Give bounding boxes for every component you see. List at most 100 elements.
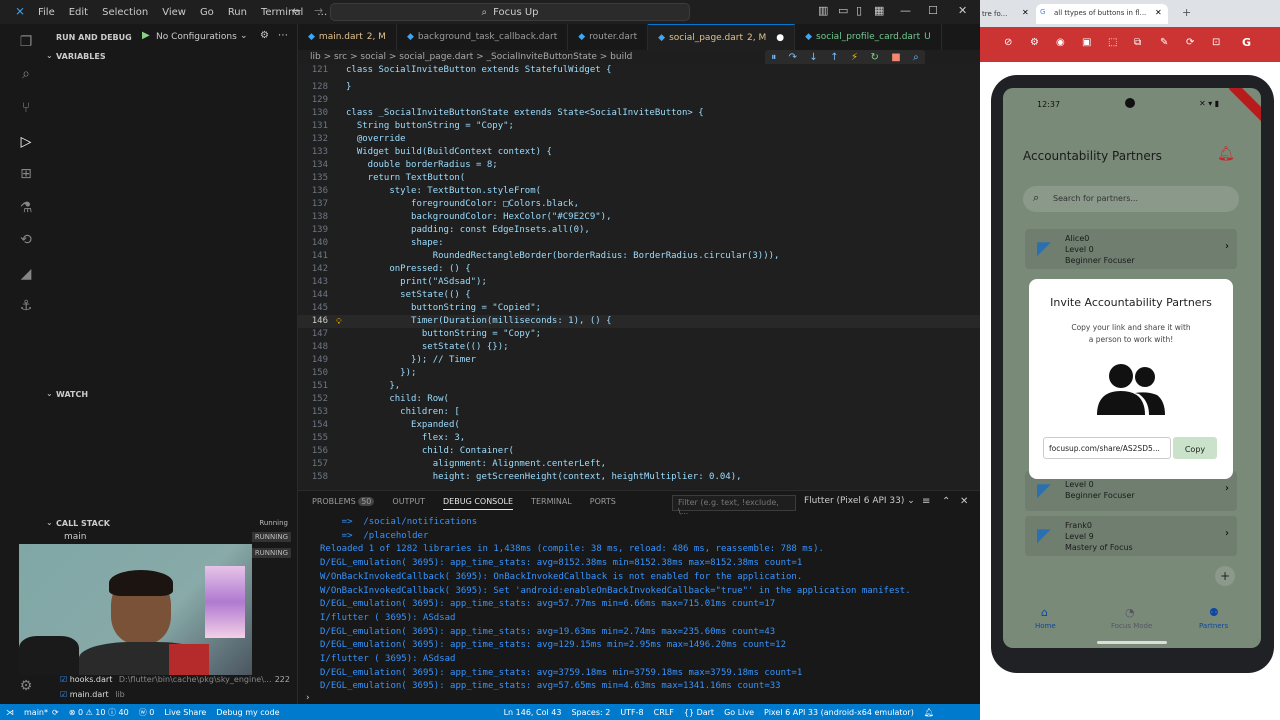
pause-icon[interactable]: ⏸ [771, 52, 776, 63]
breakpoint-row[interactable]: ☑ hooks.dart D:\flutter\bin\cache\pkg\sk… [60, 675, 296, 684]
code-line[interactable]: 130 class _SocialInviteButtonState extend… [298, 107, 980, 120]
tab-output[interactable]: OUTPUT [392, 497, 425, 510]
menu-run[interactable]: Run [228, 7, 247, 18]
notification-bell-icon[interactable]: 🔔︎ [1217, 146, 1235, 162]
language-status[interactable]: {} Dart [684, 708, 714, 717]
close-window-icon[interactable]: ✕ [958, 4, 967, 17]
code-line[interactable]: 121 class SocialInviteButton extends Stat… [298, 64, 980, 77]
code-line[interactable]: 151 }, [298, 380, 980, 393]
step-into-icon[interactable]: ↓ [809, 52, 817, 63]
extension-icon[interactable]: ⚙ [1030, 37, 1039, 48]
code-line[interactable]: 136 style: TextButton.styleFrom( [298, 185, 980, 198]
line-number[interactable]: 139 [298, 224, 328, 237]
tab-debug-console[interactable]: DEBUG CONSOLE [443, 497, 514, 510]
menu-edit[interactable]: Edit [69, 7, 88, 18]
line-number[interactable]: 151 [298, 380, 328, 393]
maximize-icon[interactable]: ☐ [928, 4, 938, 17]
checkbox-icon[interactable]: ☑ [60, 675, 67, 684]
watch-header[interactable]: WATCH [56, 390, 88, 399]
code-line[interactable]: 143 print("ASdsad"); [298, 276, 980, 289]
share-link-field[interactable]: focusup.com/share/AS2SD5... [1043, 437, 1171, 459]
menu-go[interactable]: Go [200, 7, 214, 18]
code-line[interactable]: 134 double borderRadius = 8; [298, 159, 980, 172]
forward-arrow-icon[interactable]: → [314, 4, 323, 17]
code-line[interactable]: 133 Widget build(BuildContext context) { [298, 146, 980, 159]
variables-chevron-icon[interactable]: ⌄ [46, 51, 53, 60]
code-line[interactable]: 152 child: Row( [298, 393, 980, 406]
notifications-icon[interactable]: 🔔︎ [924, 708, 934, 717]
extension-icon[interactable]: ⬚ [1108, 37, 1117, 48]
code-line[interactable]: 148 setState(() {}); [298, 341, 980, 354]
extension-icon[interactable]: ◉ [1056, 37, 1065, 48]
line-number[interactable]: 148 [298, 341, 328, 354]
debug-status[interactable]: Debug my code [216, 708, 279, 717]
search-view-icon[interactable]: ⌕ [18, 66, 34, 82]
nav-focus-mode[interactable]: Focus Mode [1111, 622, 1152, 630]
tab-terminal[interactable]: TERMINAL [531, 497, 572, 510]
maximize-panel-icon[interactable]: ⌃ [942, 496, 950, 507]
line-number[interactable]: 157 [298, 458, 328, 471]
line-number[interactable]: 144 [298, 289, 328, 302]
new-tab-icon[interactable]: + [1182, 6, 1191, 19]
code-line[interactable]: 155 flex: 3, [298, 432, 980, 445]
chevron-down-icon[interactable]: ⌄ [240, 31, 248, 41]
run-debug-icon[interactable]: ▷ [18, 134, 34, 150]
line-number[interactable]: 136 [298, 185, 328, 198]
extension-icon[interactable]: ⊡ [1212, 37, 1220, 48]
tab-social-page[interactable]: ◆ social_page.dart 2, M ● [648, 24, 796, 50]
tab-problems[interactable]: PROBLEMS 50 [312, 497, 375, 510]
nav-home[interactable]: Home [1035, 622, 1056, 630]
menu-selection[interactable]: Selection [102, 7, 148, 18]
line-number[interactable]: 158 [298, 471, 328, 484]
partners-nav-icon[interactable]: ⚉ [1209, 606, 1219, 619]
start-debug-icon[interactable]: ▶ [142, 30, 150, 41]
browser-tab-1[interactable]: tre fo... [980, 6, 1028, 24]
line-number[interactable]: 154 [298, 419, 328, 432]
unsaved-dot-icon[interactable]: ● [776, 33, 784, 43]
line-number[interactable]: 140 [298, 237, 328, 250]
code-line[interactable]: 142 onPressed: () { [298, 263, 980, 276]
extension-icon[interactable]: ⧉ [1134, 37, 1141, 48]
anchor-icon[interactable]: ⚓ [18, 298, 34, 314]
code-line[interactable]: 145 buttonString = "Copied"; [298, 302, 980, 315]
code-line[interactable]: 144 setState(() { [298, 289, 980, 302]
line-number[interactable]: 141 [298, 250, 328, 263]
line-number[interactable]: 129 [298, 94, 328, 107]
code-line[interactable]: 146 Timer(Duration(milliseconds: 1), () … [298, 315, 980, 328]
code-line[interactable]: 156 child: Container( [298, 445, 980, 458]
line-number[interactable]: 121 [298, 64, 328, 77]
remote-indicator-icon[interactable]: ⋊ [6, 708, 14, 717]
line-number[interactable]: 149 [298, 354, 328, 367]
code-line[interactable]: 137 foregroundColor: □Colors.black, [298, 198, 980, 211]
sync-icon[interactable]: ⟳ [52, 708, 59, 717]
minimize-icon[interactable]: — [900, 4, 911, 17]
cursor-position[interactable]: Ln 146, Col 43 [504, 708, 562, 717]
branch-status[interactable]: main* [24, 708, 48, 717]
line-number[interactable]: 147 [298, 328, 328, 341]
tab-router[interactable]: ◆ router.dart [568, 24, 649, 50]
close-tab-icon[interactable]: ✕ [1022, 8, 1029, 17]
code-line[interactable]: 140 shape: [298, 237, 980, 250]
add-partner-icon[interactable]: + [1215, 566, 1235, 586]
code-line[interactable]: 158 height: getScreenHeight(context, hei… [298, 471, 980, 484]
extensions-icon[interactable]: ⊞ [18, 166, 34, 182]
console-prompt-icon[interactable]: › [306, 693, 310, 703]
code-line[interactable]: 131 String buttonString = "Copy"; [298, 120, 980, 133]
console-filter-input[interactable]: Filter (e.g. text, !exclude, \... [672, 495, 796, 516]
device-status[interactable]: Pixel 6 API 33 (android-x64 emulator) [764, 708, 914, 717]
code-line[interactable]: 150 }); [298, 367, 980, 380]
extension-icon[interactable]: ▣ [1082, 37, 1091, 48]
line-number[interactable]: 155 [298, 432, 328, 445]
call-stack-main[interactable]: main [64, 532, 87, 542]
nav-partners[interactable]: Partners [1199, 622, 1228, 630]
testing-icon[interactable]: ⚗ [18, 200, 34, 216]
live-share-status[interactable]: Live Share [164, 708, 206, 717]
debug-config-select[interactable]: No Configurations [156, 32, 237, 42]
line-number[interactable]: 145 [298, 302, 328, 315]
google-icon[interactable]: G [1242, 36, 1251, 49]
partner-card[interactable]: ◤ Frank0 Level 9 Mastery of Focus › [1025, 516, 1237, 556]
variables-header[interactable]: VARIABLES [56, 52, 106, 61]
source-control-icon[interactable]: ⑂ [18, 100, 34, 116]
step-out-icon[interactable]: ↑ [830, 52, 838, 63]
line-number[interactable]: 142 [298, 263, 328, 276]
